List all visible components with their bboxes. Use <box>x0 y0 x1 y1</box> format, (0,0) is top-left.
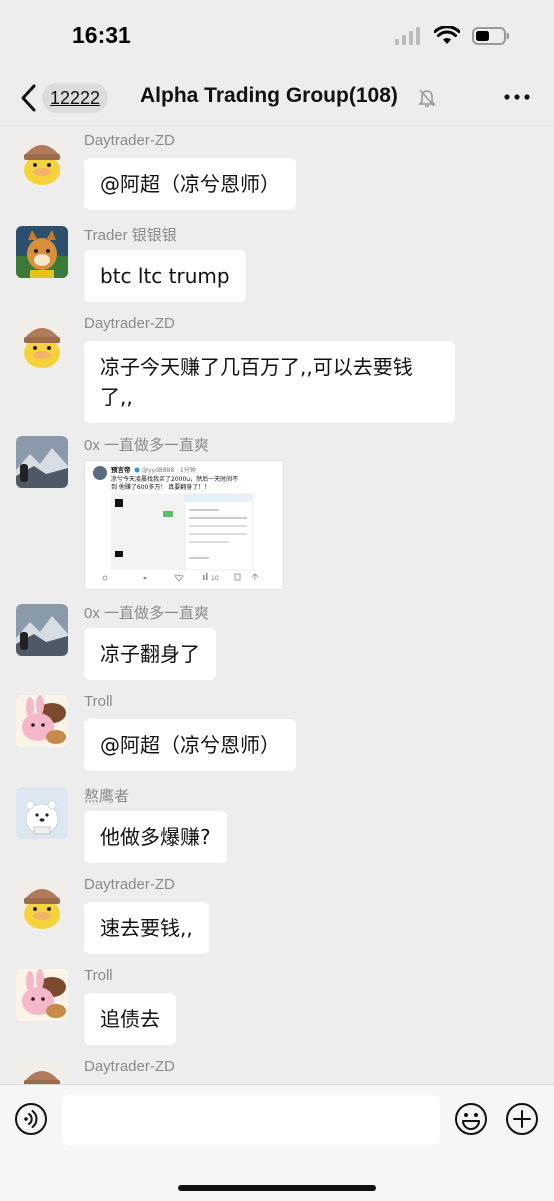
status-bar: 16:31 <box>0 0 554 70</box>
yellow-duck-avatar[interactable] <box>16 878 68 930</box>
wifi-icon <box>434 26 460 44</box>
emoji-icon[interactable] <box>454 1102 488 1136</box>
cellular-signal-icon <box>395 27 420 45</box>
tweet-text-line: 凉兮今天凌晨找我买了2000u，然后一天时间不 <box>111 475 238 483</box>
shared-screenshot-image[interactable]: 预言帝 @yyd8888 · 1分钟 凉兮今天凌晨找我买了2000u，然后一天时… <box>84 460 284 590</box>
tweet-text-line: 到 他赚了600多万！ 真要翻身了！！ <box>111 483 210 491</box>
sender-name: 熬鹰者 <box>84 788 130 805</box>
group-name: Alpha Trading Group <box>140 84 349 107</box>
sender-name: Daytrader-ZD <box>84 1058 175 1075</box>
sender-name: Troll <box>84 967 113 984</box>
pink-rabbit-avatar[interactable] <box>16 969 68 1021</box>
unread-count-badge[interactable]: 12222 <box>42 83 109 113</box>
pink-rabbit-avatar[interactable] <box>16 695 68 747</box>
mountain-photo-avatar[interactable] <box>16 604 68 656</box>
sender-name: 0x 一直做多一直爽 <box>84 605 210 622</box>
chat-nav-bar: 12222 Alpha Trading Group(108) <box>0 72 554 124</box>
yellow-duck-avatar[interactable] <box>16 134 68 186</box>
sender-name: 0x 一直做多一直爽 <box>84 437 210 454</box>
message-bubble[interactable]: @阿超（凉兮恩师） <box>84 719 296 771</box>
more-options-icon[interactable] <box>502 86 532 108</box>
battery-icon <box>472 27 509 45</box>
sender-name: Daytrader-ZD <box>84 315 175 332</box>
message-bubble[interactable]: 凉子翻身了 <box>84 628 216 680</box>
sender-name: Trader 银银银 <box>84 227 177 244</box>
message-list[interactable]: Daytrader-ZD @阿超（凉兮恩师） Trader 银银银 btc lt… <box>0 126 554 1084</box>
cartoon-fox-avatar[interactable] <box>16 226 68 278</box>
home-indicator[interactable] <box>178 1185 376 1191</box>
status-icons <box>394 26 510 46</box>
back-arrow-icon[interactable] <box>14 82 44 114</box>
voice-input-icon[interactable] <box>14 1102 48 1136</box>
message-bubble[interactable]: 凉子今天赚了几百万了,,可以去要钱 了,, <box>84 341 455 423</box>
yellow-duck-avatar[interactable] <box>16 1060 68 1084</box>
input-toolbar <box>0 1084 554 1201</box>
message-bubble[interactable]: 追债去 <box>84 993 176 1045</box>
sender-name: Daytrader-ZD <box>84 132 175 149</box>
message-bubble[interactable]: btc ltc trump <box>84 250 246 302</box>
muted-bell-icon <box>418 89 436 107</box>
chat-title: Alpha Trading Group(108) <box>140 84 398 108</box>
message-text-line: 凉子今天赚了几百万了,,可以去要钱 <box>100 355 413 379</box>
tweet-views: 10 <box>211 575 219 582</box>
polar-bear-avatar[interactable] <box>16 787 68 839</box>
sender-name: Daytrader-ZD <box>84 876 175 893</box>
sender-name: Troll <box>84 693 113 710</box>
add-attachment-icon[interactable] <box>505 1102 539 1136</box>
tweet-handle: @yyd8888 · 1分钟 <box>142 466 196 474</box>
member-count: (108) <box>348 84 398 107</box>
message-bubble[interactable]: @阿超（凉兮恩师） <box>84 158 296 210</box>
message-bubble[interactable]: 速去要钱,, <box>84 902 209 954</box>
message-text-line: 了,, <box>100 385 133 409</box>
message-input[interactable] <box>62 1095 440 1145</box>
message-bubble[interactable]: 他做多爆赚? <box>84 811 227 863</box>
mountain-photo-avatar[interactable] <box>16 436 68 488</box>
status-time: 16:31 <box>72 22 131 48</box>
yellow-duck-avatar[interactable] <box>16 317 68 369</box>
tweet-author: 预言帝 <box>111 465 131 474</box>
